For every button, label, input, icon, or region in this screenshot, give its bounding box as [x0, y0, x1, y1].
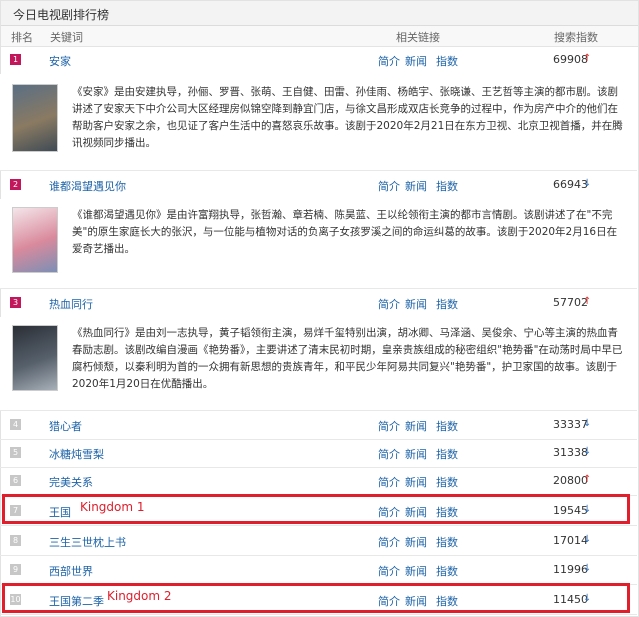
- poster-image[interactable]: [12, 207, 58, 273]
- title-bar: 今日电视剧排行榜: [1, 1, 638, 26]
- rank-badge: 9: [10, 564, 21, 575]
- highlight-label: Kingdom 2: [107, 589, 172, 603]
- news-link[interactable]: 新闻: [405, 474, 427, 490]
- show-description: 《谁都渴望遇见你》是由许富翔执导，张哲瀚、章若楠、陈昊蓝、王以纶领衔主演的都市言…: [72, 209, 618, 255]
- rank-badge: 3: [10, 297, 21, 308]
- table-row: 9 西部世界 简介 新闻 指数 11996 ↓: [0, 556, 637, 585]
- news-link[interactable]: 新闻: [405, 53, 427, 69]
- news-link[interactable]: 新闻: [405, 178, 427, 194]
- trend-down-icon: ↓: [583, 446, 592, 457]
- index-link[interactable]: 指数: [436, 418, 458, 434]
- index-link[interactable]: 指数: [436, 53, 458, 69]
- trend-up-icon: ↑: [583, 474, 592, 485]
- rank-badge: 2: [10, 179, 21, 190]
- row-detail: 《热血同行》是由刘一志执导，黄子韬领衔主演，易烊千玺特别出演，胡冰卿、马泽涵、吴…: [0, 317, 637, 411]
- trend-up-icon: ↑: [583, 296, 592, 307]
- intro-link[interactable]: 简介: [378, 53, 400, 69]
- keyword-link[interactable]: 安家: [49, 53, 71, 69]
- table-row: 6 完美关系 简介 新闻 指数 20800 ↑: [0, 467, 637, 496]
- table-row: 8 三生三世枕上书 简介 新闻 指数 17014 ↓: [0, 527, 637, 556]
- news-link[interactable]: 新闻: [405, 418, 427, 434]
- header-rank: 排名: [11, 31, 33, 44]
- intro-link[interactable]: 简介: [378, 563, 400, 579]
- trend-down-icon: ↓: [583, 563, 592, 574]
- row-detail: 《安家》是由安建执导，孙俪、罗晋、张萌、王自健、田雷、孙佳雨、杨皓宇、张晓谦、王…: [0, 74, 637, 171]
- trend-down-icon: ↓: [583, 534, 592, 545]
- keyword-link[interactable]: 完美关系: [49, 474, 93, 490]
- trend-up-icon: ↑: [583, 53, 592, 64]
- intro-link[interactable]: 简介: [378, 178, 400, 194]
- keyword-link[interactable]: 三生三世枕上书: [49, 534, 126, 550]
- trend-down-icon: ↓: [583, 418, 592, 429]
- poster-image[interactable]: [12, 84, 58, 152]
- keyword-link[interactable]: 猎心者: [49, 418, 82, 434]
- rank-badge: 1: [10, 54, 21, 65]
- highlight-box: Kingdom 1: [2, 494, 630, 524]
- highlight-box: Kingdom 2: [2, 583, 630, 613]
- header-keyword: 关键词: [50, 31, 83, 44]
- intro-link[interactable]: 简介: [378, 296, 400, 312]
- show-description: 《安家》是由安建执导，孙俪、罗晋、张萌、王自健、田雷、孙佳雨、杨皓宇、张晓谦、王…: [72, 86, 623, 149]
- table-row: 4 猎心者 简介 新闻 指数 33337 ↓: [0, 411, 637, 440]
- table-header: 排名 关键词 相关链接 搜索指数: [1, 26, 638, 47]
- news-link[interactable]: 新闻: [405, 534, 427, 550]
- intro-link[interactable]: 简介: [378, 446, 400, 462]
- show-description: 《热血同行》是由刘一志执导，黄子韬领衔主演，易烊千玺特别出演，胡冰卿、马泽涵、吴…: [72, 327, 623, 390]
- index-link[interactable]: 指数: [436, 178, 458, 194]
- keyword-link[interactable]: 热血同行: [49, 296, 93, 312]
- rank-badge: 5: [10, 447, 21, 458]
- rank-badge: 6: [10, 475, 21, 486]
- keyword-link[interactable]: 谁都渴望遇见你: [49, 178, 126, 194]
- panel-title: 今日电视剧排行榜: [13, 8, 110, 22]
- intro-link[interactable]: 简介: [378, 418, 400, 434]
- keyword-link[interactable]: 西部世界: [49, 563, 93, 579]
- news-link[interactable]: 新闻: [405, 563, 427, 579]
- news-link[interactable]: 新闻: [405, 296, 427, 312]
- index-link[interactable]: 指数: [436, 563, 458, 579]
- row-detail: 《谁都渴望遇见你》是由许富翔执导，张哲瀚、章若楠、陈昊蓝、王以纶领衔主演的都市言…: [0, 199, 637, 289]
- index-link[interactable]: 指数: [436, 534, 458, 550]
- keyword-link[interactable]: 冰糖炖雪梨: [49, 446, 104, 462]
- rank-badge: 8: [10, 535, 21, 546]
- table-row: 1 安家 简介 新闻 指数 69908 ↑: [0, 46, 637, 75]
- news-link[interactable]: 新闻: [405, 446, 427, 462]
- trend-down-icon: ↓: [583, 178, 592, 189]
- table-row: 3 热血同行 简介 新闻 指数 57702 ↑: [0, 289, 637, 318]
- index-link[interactable]: 指数: [436, 474, 458, 490]
- index-link[interactable]: 指数: [436, 446, 458, 462]
- poster-image[interactable]: [12, 325, 58, 391]
- index-link[interactable]: 指数: [436, 296, 458, 312]
- intro-link[interactable]: 简介: [378, 474, 400, 490]
- table-row: 5 冰糖炖雪梨 简介 新闻 指数 31338 ↓: [0, 439, 637, 468]
- header-links: 相关链接: [396, 31, 440, 44]
- highlight-label: Kingdom 1: [80, 500, 145, 514]
- table-row: 2 谁都渴望遇见你 简介 新闻 指数 66943 ↓: [0, 171, 637, 200]
- rank-badge: 4: [10, 419, 21, 430]
- header-index: 搜索指数: [554, 31, 598, 44]
- intro-link[interactable]: 简介: [378, 534, 400, 550]
